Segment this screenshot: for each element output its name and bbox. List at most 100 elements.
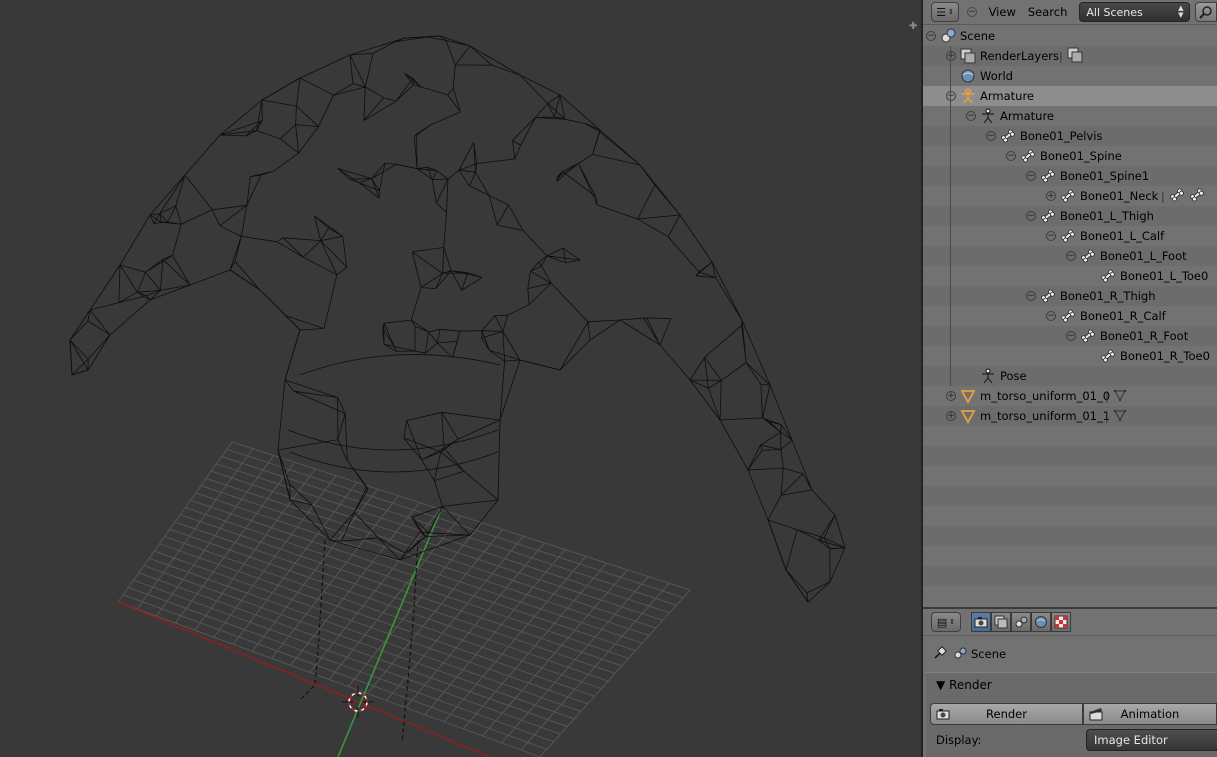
bone-icon[interactable] (1060, 308, 1076, 324)
mesh-object-icon[interactable] (960, 408, 976, 424)
bone-icon[interactable] (1060, 228, 1076, 244)
armature-object-icon[interactable] (960, 88, 976, 104)
animation-button[interactable]: Animation (1083, 703, 1217, 725)
editor-type-selector[interactable]: ▤ ⇕ (931, 612, 961, 632)
outliner-row[interactable]: Pose (923, 366, 1217, 386)
bone-icon[interactable] (1060, 188, 1076, 204)
texture-tab-icon[interactable] (1051, 612, 1071, 632)
view-menu[interactable]: View (989, 5, 1016, 19)
collapse-icon[interactable]: − (1026, 211, 1036, 221)
display-mode-dropdown[interactable]: All Scenes ▲ ▼ (1079, 2, 1190, 22)
outliner-row[interactable]: − Armature (923, 86, 1217, 106)
outliner-row[interactable]: World (923, 66, 1217, 86)
outliner-item-label[interactable]: Armature (1000, 109, 1054, 123)
disclosure-triangle-icon[interactable]: ▼ (936, 678, 945, 692)
outliner-item-label[interactable]: World (980, 69, 1013, 83)
renderlayers-icon[interactable] (1067, 47, 1083, 66)
outliner-row[interactable]: + Bone01_Neck | (923, 186, 1217, 206)
bone-icon[interactable] (1080, 328, 1096, 344)
render-button[interactable]: Render (930, 703, 1083, 725)
bone-icon[interactable] (1000, 128, 1016, 144)
outliner-row[interactable]: − Bone01_Spine1 (923, 166, 1217, 186)
viewport-canvas[interactable] (0, 0, 921, 757)
outliner-item-label[interactable]: Bone01_R_Foot (1100, 329, 1188, 343)
outliner-item-label[interactable]: Bone01_R_Calf (1080, 309, 1166, 323)
outliner-row[interactable]: − Bone01_L_Foot (923, 246, 1217, 266)
scene-icon[interactable] (940, 28, 956, 44)
collapse-icon[interactable]: − (1066, 331, 1076, 341)
outliner-row[interactable]: − Bone01_L_Calf (923, 226, 1217, 246)
collapse-icon[interactable]: − (1046, 311, 1056, 321)
outliner-item-label[interactable]: Bone01_L_Thigh (1060, 209, 1154, 223)
pin-icon[interactable] (933, 645, 947, 663)
bone-icon[interactable] (1020, 148, 1036, 164)
outliner-item-label[interactable]: Scene (960, 29, 995, 43)
collapse-icon[interactable]: − (1026, 171, 1036, 181)
outliner-row[interactable]: − Bone01_R_Calf (923, 306, 1217, 326)
pose-icon[interactable] (980, 368, 996, 384)
expand-icon[interactable]: + (946, 51, 956, 61)
outliner-row[interactable]: + RenderLayers| (923, 46, 1217, 66)
outliner-item-label[interactable]: Armature (980, 89, 1034, 103)
outliner-item-label[interactable]: Bone01_L_Calf (1080, 229, 1164, 243)
bone-icon[interactable] (1189, 187, 1205, 206)
outliner-row[interactable]: Bone01_L_Toe0 (923, 266, 1217, 286)
outliner-item-label[interactable]: Bone01_L_Toe0 (1120, 269, 1208, 283)
outliner-row[interactable]: + m_torso_uniform_01_0 | (923, 386, 1217, 406)
world-icon[interactable] (960, 68, 976, 84)
outliner-row[interactable]: + m_torso_uniform_01_1 | (923, 406, 1217, 426)
bone-icon[interactable] (1080, 248, 1096, 264)
scene-tab-icon[interactable] (1011, 612, 1031, 632)
search-menu[interactable]: Search (1028, 5, 1068, 19)
collapse-icon[interactable]: − (1046, 231, 1056, 241)
outliner-item-label[interactable]: Bone01_Neck (1080, 189, 1158, 203)
world-tab-icon[interactable] (1031, 612, 1051, 632)
outliner-item-label[interactable]: Bone01_Spine1 (1060, 169, 1149, 183)
collapse-icon[interactable]: − (1066, 251, 1076, 261)
mesh-data-icon[interactable] (1113, 388, 1127, 405)
outliner-item-label[interactable]: Bone01_R_Toe0 (1120, 349, 1210, 363)
outliner-item-label[interactable]: Bone01_R_Thigh (1060, 289, 1156, 303)
outliner-row[interactable]: − Bone01_Spine (923, 146, 1217, 166)
editor-type-selector[interactable]: ☰ ⇕ (931, 2, 960, 22)
area-split-icon[interactable]: ✚ (909, 22, 919, 32)
bone-icon[interactable] (1040, 208, 1056, 224)
outliner-row[interactable]: − Bone01_R_Thigh (923, 286, 1217, 306)
expand-icon[interactable]: + (1046, 191, 1056, 201)
outliner-item-label[interactable]: m_torso_uniform_01_0 (980, 389, 1110, 403)
outliner-item-label[interactable]: Bone01_Pelvis (1020, 129, 1102, 143)
expand-icon[interactable]: + (946, 411, 956, 421)
armature-data-icon[interactable] (980, 108, 996, 124)
bone-icon[interactable] (1100, 348, 1116, 364)
collapse-icon[interactable]: − (1026, 291, 1036, 301)
outliner-item-label[interactable]: Bone01_L_Foot (1100, 249, 1187, 263)
collapse-icon[interactable]: − (946, 91, 956, 101)
header-collapse-icon[interactable]: − (967, 7, 977, 17)
outliner-item-label[interactable]: RenderLayers (980, 49, 1059, 63)
bone-icon[interactable] (1040, 288, 1056, 304)
search-icon[interactable] (1194, 2, 1217, 22)
render-tab-icon[interactable] (971, 612, 991, 632)
bone-icon[interactable] (1100, 268, 1116, 284)
outliner-row[interactable]: − Bone01_L_Thigh (923, 206, 1217, 226)
renderlayers-icon[interactable] (960, 48, 976, 64)
collapse-icon[interactable]: − (986, 131, 996, 141)
bone-icon[interactable] (1169, 187, 1185, 206)
collapse-icon[interactable]: − (926, 31, 936, 41)
outliner-row[interactable]: − Bone01_R_Foot (923, 326, 1217, 346)
outliner-item-label[interactable]: Pose (1000, 369, 1027, 383)
3d-viewport[interactable]: ✚ (0, 0, 921, 757)
collapse-icon[interactable]: − (966, 111, 976, 121)
collapse-icon[interactable]: − (1006, 151, 1016, 161)
expand-icon[interactable]: + (946, 391, 956, 401)
display-dropdown[interactable]: Image Editor (1086, 729, 1217, 751)
outliner-item-label[interactable]: m_torso_uniform_01_1 (980, 409, 1110, 423)
outliner-item-label[interactable]: Bone01_Spine (1040, 149, 1122, 163)
outliner-row[interactable]: − Bone01_Pelvis (923, 126, 1217, 146)
mesh-data-icon[interactable] (1113, 408, 1127, 425)
outliner-row[interactable]: Bone01_R_Toe0 (923, 346, 1217, 366)
mesh-object-icon[interactable] (960, 388, 976, 404)
render-layers-tab-icon[interactable] (991, 612, 1011, 632)
outliner-row[interactable]: − Armature (923, 106, 1217, 126)
bone-icon[interactable] (1040, 168, 1056, 184)
